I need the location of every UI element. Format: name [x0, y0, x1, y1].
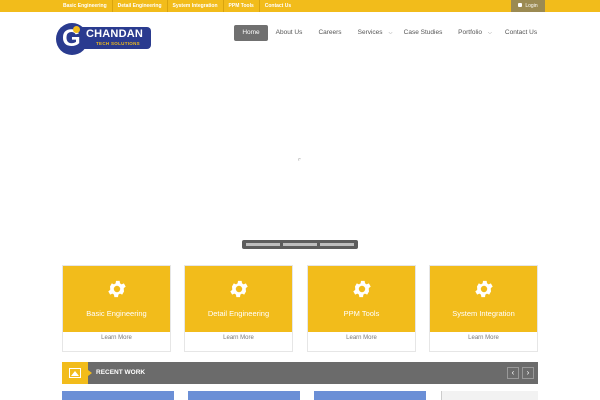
- recent-work-thumbnail[interactable]: [188, 391, 300, 400]
- nav-portfolio[interactable]: Portfolio ⌵: [455, 25, 495, 41]
- top-links: Basic Engineering Detail Engineering Sys…: [58, 0, 296, 12]
- learn-more-link[interactable]: Learn More: [63, 335, 170, 341]
- card-header: System Integration: [430, 266, 537, 332]
- top-link-detail-engineering[interactable]: Detail Engineering: [113, 0, 168, 12]
- service-card-system-integration[interactable]: System Integration Learn More: [429, 265, 538, 352]
- learn-more-link[interactable]: Learn More: [185, 335, 292, 341]
- nav-careers-label: Careers: [318, 29, 342, 36]
- card-title: Detail Engineering: [207, 309, 270, 318]
- nav-case-studies-label: Case Studies: [403, 29, 443, 36]
- slider-progress-bar[interactable]: [242, 240, 358, 249]
- hero-slider: [0, 55, 600, 255]
- service-card-basic-engineering[interactable]: Basic Engineering Learn More: [62, 265, 171, 352]
- logo-name: CHANDAN: [86, 28, 144, 40]
- recent-work-thumbnail[interactable]: [314, 391, 426, 400]
- chevron-left-icon: ‹: [511, 368, 515, 377]
- login-button[interactable]: Login: [511, 0, 545, 12]
- image-icon: [62, 362, 88, 384]
- nav-case-studies[interactable]: Case Studies: [402, 25, 444, 41]
- nav-about-us[interactable]: About Us: [272, 25, 306, 41]
- recent-work-thumbnail[interactable]: [62, 391, 174, 400]
- service-card-ppm-tools[interactable]: PPM Tools Learn More: [307, 265, 416, 352]
- logo-subtitle: TECH SOLUTIONS: [96, 41, 140, 46]
- nav-about-us-label: About Us: [275, 29, 303, 36]
- service-card-detail-engineering[interactable]: Detail Engineering Learn More: [184, 265, 293, 352]
- nav-contact-us-label: Contact Us: [504, 29, 538, 36]
- top-link-contact-us[interactable]: Contact Us: [260, 0, 296, 12]
- chevron-down-icon: ⌵: [488, 30, 492, 36]
- login-label: Login: [525, 3, 538, 9]
- nav-home[interactable]: Home: [234, 25, 268, 41]
- nav-contact-us[interactable]: Contact Us: [503, 25, 539, 41]
- top-link-ppm-tools[interactable]: PPM Tools: [224, 0, 260, 12]
- learn-more-link[interactable]: Learn More: [308, 335, 415, 341]
- top-bar: Basic Engineering Detail Engineering Sys…: [0, 0, 600, 12]
- card-title: PPM Tools: [343, 309, 380, 318]
- nav-home-label: Home: [242, 29, 260, 36]
- nav-careers[interactable]: Careers: [314, 25, 346, 41]
- logo-mark: G: [56, 23, 88, 55]
- card-header: PPM Tools: [308, 266, 415, 332]
- gear-icon: [230, 280, 248, 298]
- nav-services-label: Services: [357, 29, 383, 36]
- nav-portfolio-label: Portfolio: [458, 29, 483, 36]
- loading-spinner-icon: [298, 158, 301, 161]
- gear-icon: [475, 280, 493, 298]
- card-title: Basic Engineering: [86, 309, 147, 318]
- lock-icon: [518, 2, 523, 7]
- chevron-down-icon: ⌵: [388, 30, 393, 36]
- learn-more-link[interactable]: Learn More: [430, 335, 537, 341]
- card-header: Basic Engineering: [63, 266, 170, 332]
- recent-work-bar: RECENT WORK ‹ ›: [62, 362, 538, 384]
- slider-dot-1[interactable]: [246, 243, 280, 246]
- slider-dot-3[interactable]: [320, 243, 354, 246]
- card-header: Detail Engineering: [185, 266, 292, 332]
- card-title: System Integration: [452, 309, 515, 318]
- site-logo[interactable]: G CHANDAN TECH SOLUTIONS: [56, 23, 151, 55]
- recent-work-label: RECENT WORK: [96, 369, 146, 376]
- carousel-next-button[interactable]: ›: [522, 367, 534, 379]
- top-link-basic-engineering[interactable]: Basic Engineering: [58, 0, 113, 12]
- recent-work-pointer: [88, 370, 92, 376]
- gear-icon: [108, 280, 126, 298]
- chevron-right-icon: ›: [526, 368, 530, 377]
- gear-icon: [353, 280, 371, 298]
- slider-dot-2[interactable]: [283, 243, 317, 246]
- nav-services[interactable]: Services ⌵: [355, 25, 395, 41]
- recent-work-thumbnail[interactable]: [441, 391, 538, 400]
- carousel-prev-button[interactable]: ‹: [507, 367, 519, 379]
- top-link-system-integration[interactable]: System Integration: [168, 0, 224, 12]
